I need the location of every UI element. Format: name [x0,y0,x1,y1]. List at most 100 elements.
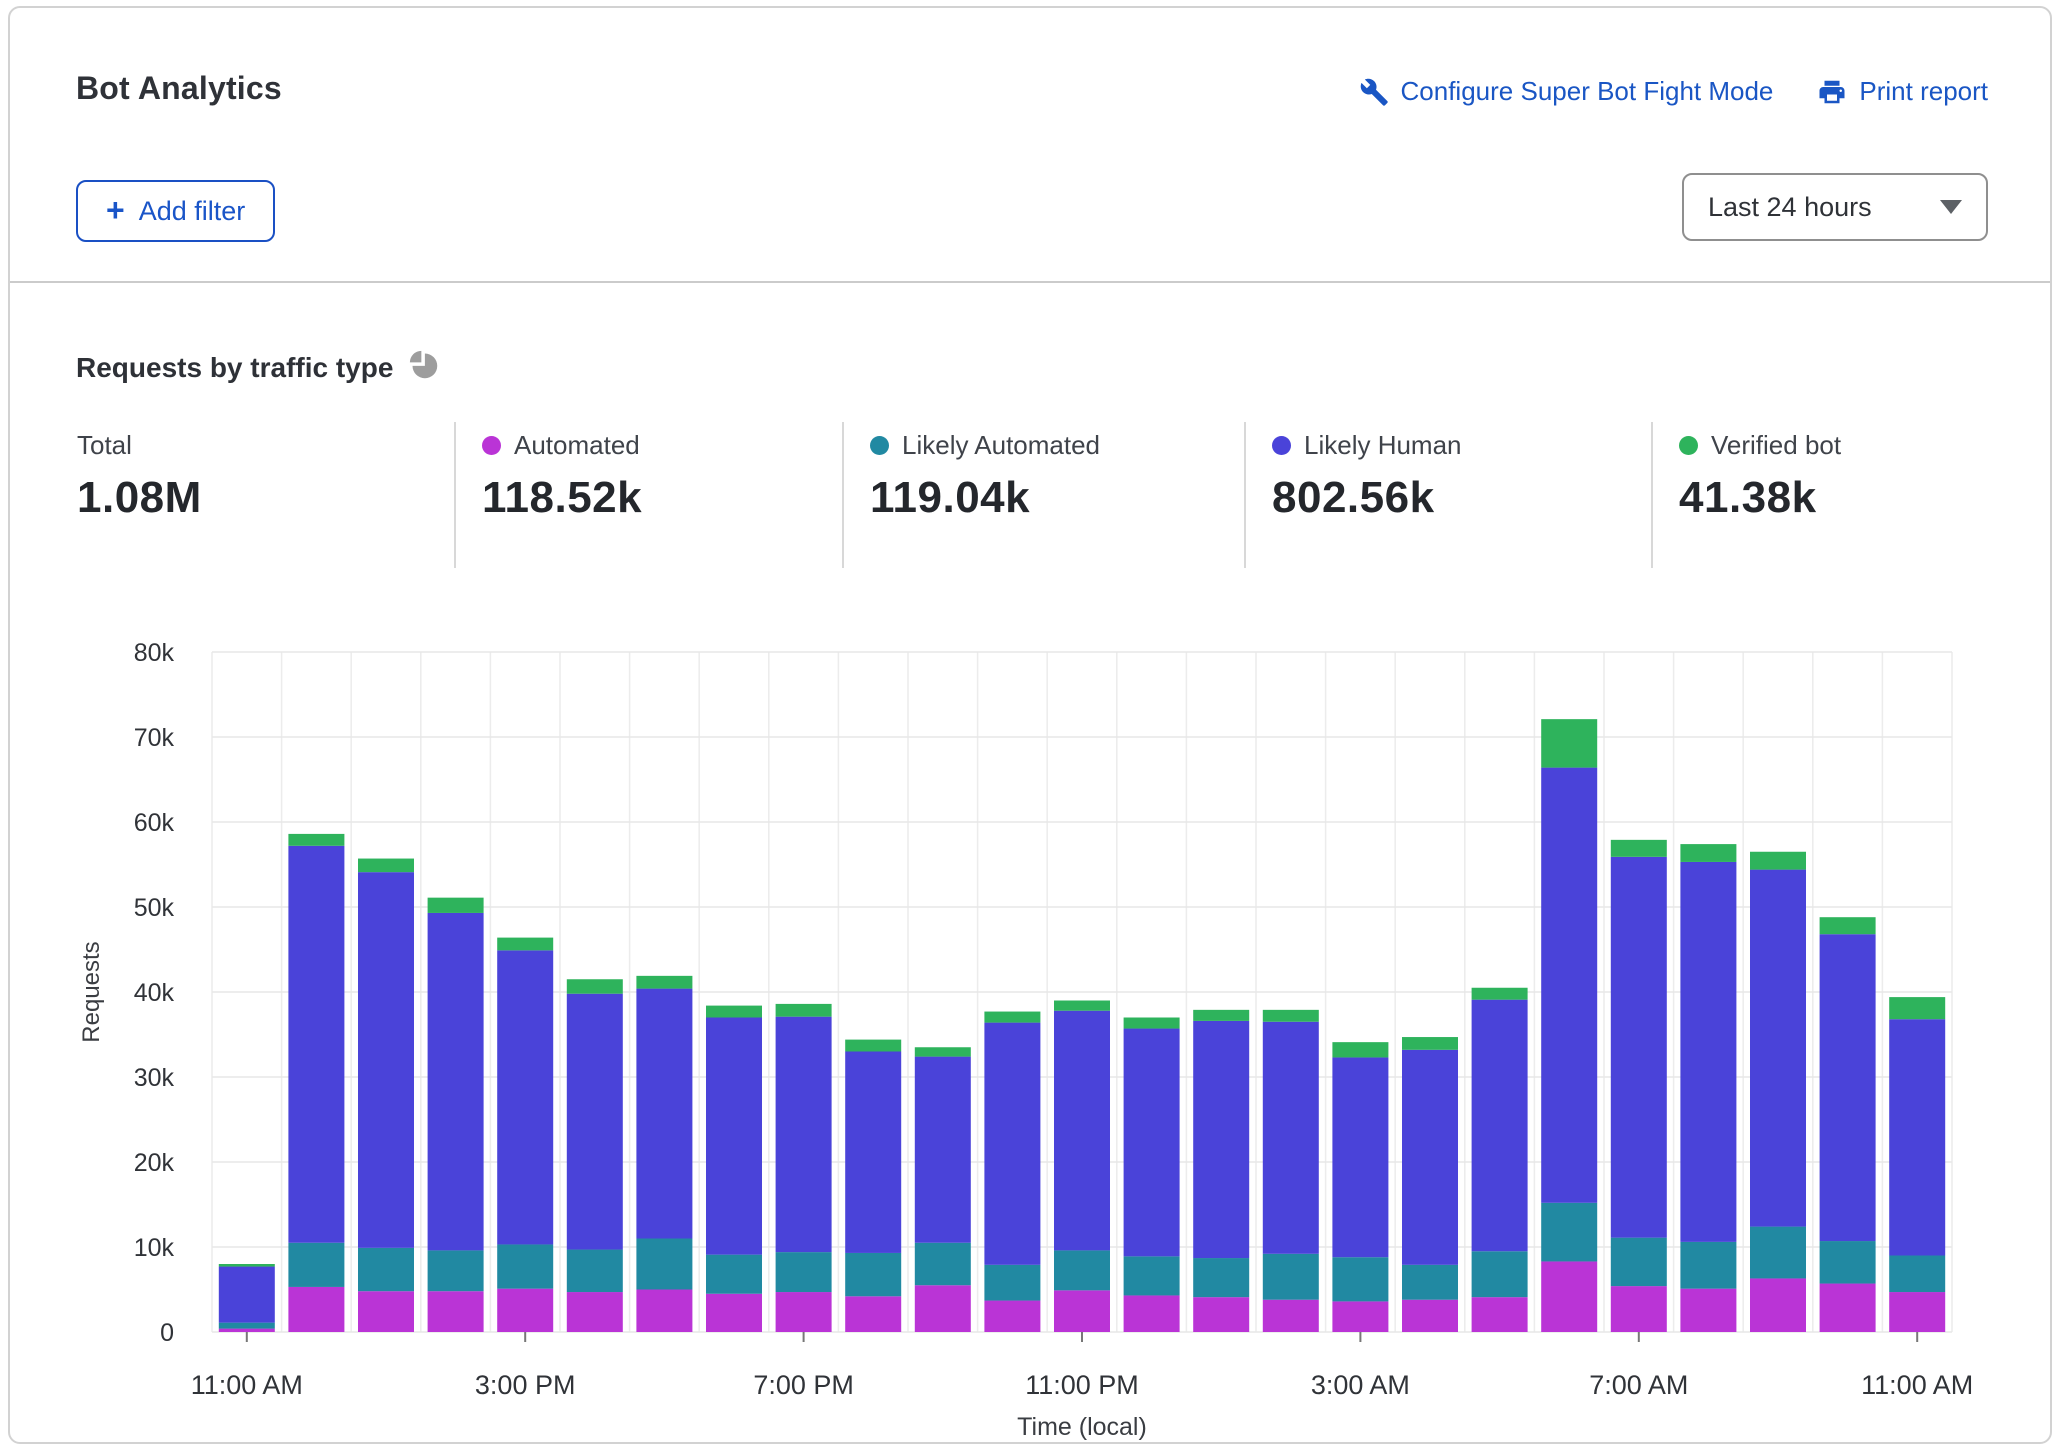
bar-segment-verified-bot[interactable] [1750,852,1806,870]
stat-likely-human[interactable]: Likely Human 802.56k [1272,430,1462,523]
bar-segment-likely-automated[interactable] [845,1253,901,1296]
bar-segment-likely-automated[interactable] [1332,1257,1388,1301]
bar-segment-verified-bot[interactable] [776,1004,832,1017]
bar-segment-verified-bot[interactable] [1472,988,1528,1000]
bar-segment-automated[interactable] [1750,1278,1806,1332]
bar-segment-likely-human[interactable] [1263,1022,1319,1254]
bar-segment-likely-automated[interactable] [428,1250,484,1291]
bar-segment-automated[interactable] [1124,1295,1180,1332]
bar-segment-automated[interactable] [1889,1292,1945,1332]
bar-segment-likely-human[interactable] [1124,1029,1180,1257]
bar-segment-verified-bot[interactable] [1820,917,1876,934]
bar-segment-automated[interactable] [219,1329,275,1332]
bar-segment-likely-human[interactable] [497,950,553,1244]
bar-segment-likely-automated[interactable] [1541,1203,1597,1262]
bar-segment-verified-bot[interactable] [1611,840,1667,857]
bar-segment-likely-human[interactable] [1889,1019,1945,1255]
bar-segment-verified-bot[interactable] [1332,1042,1388,1057]
bar-segment-likely-automated[interactable] [1680,1242,1736,1289]
bar-segment-likely-human[interactable] [1820,934,1876,1241]
bar-segment-likely-human[interactable] [567,994,623,1250]
bar-segment-verified-bot[interactable] [845,1040,901,1052]
bar-segment-verified-bot[interactable] [219,1264,275,1267]
bar-segment-likely-automated[interactable] [915,1243,971,1286]
bar-segment-automated[interactable] [845,1296,901,1332]
bar-segment-likely-automated[interactable] [706,1255,762,1294]
bar-segment-automated[interactable] [288,1287,344,1332]
bar-segment-likely-human[interactable] [428,913,484,1250]
print-report-link[interactable]: Print report [1817,76,1988,107]
bar-segment-automated[interactable] [1193,1297,1249,1332]
bar-segment-likely-human[interactable] [706,1018,762,1255]
bar-segment-automated[interactable] [1680,1289,1736,1332]
bar-segment-likely-automated[interactable] [636,1239,692,1290]
bar-segment-likely-automated[interactable] [1263,1254,1319,1300]
bar-segment-automated[interactable] [358,1291,414,1332]
bar-segment-likely-automated[interactable] [358,1248,414,1291]
bar-segment-likely-human[interactable] [358,872,414,1248]
bar-segment-verified-bot[interactable] [636,976,692,989]
bar-segment-likely-automated[interactable] [1054,1250,1110,1290]
bar-segment-verified-bot[interactable] [497,938,553,951]
bar-segment-likely-human[interactable] [1750,870,1806,1227]
bar-segment-likely-automated[interactable] [497,1244,553,1288]
bar-segment-verified-bot[interactable] [567,979,623,993]
bar-segment-automated[interactable] [915,1285,971,1332]
bar-segment-automated[interactable] [1402,1300,1458,1332]
bar-segment-likely-automated[interactable] [1889,1256,1945,1293]
bar-segment-automated[interactable] [428,1291,484,1332]
bar-segment-likely-human[interactable] [636,989,692,1239]
bar-segment-likely-automated[interactable] [1750,1227,1806,1279]
bar-segment-likely-human[interactable] [1472,1000,1528,1252]
bar-segment-likely-human[interactable] [776,1017,832,1252]
bar-segment-automated[interactable] [1541,1261,1597,1332]
bar-segment-automated[interactable] [636,1290,692,1333]
bar-segment-verified-bot[interactable] [915,1047,971,1056]
bar-segment-likely-human[interactable] [1193,1021,1249,1258]
bar-segment-likely-automated[interactable] [1472,1251,1528,1297]
bar-segment-automated[interactable] [567,1292,623,1332]
bar-segment-verified-bot[interactable] [1402,1037,1458,1050]
bar-segment-likely-human[interactable] [1541,768,1597,1203]
bar-segment-likely-human[interactable] [1680,862,1736,1242]
bar-segment-verified-bot[interactable] [1193,1010,1249,1021]
bar-segment-likely-automated[interactable] [288,1243,344,1287]
bar-segment-likely-human[interactable] [1332,1057,1388,1257]
bar-segment-automated[interactable] [1263,1300,1319,1332]
stat-likely-automated[interactable]: Likely Automated 119.04k [870,430,1100,523]
bar-segment-likely-human[interactable] [915,1057,971,1243]
bar-segment-automated[interactable] [1472,1297,1528,1332]
bar-segment-verified-bot[interactable] [1054,1001,1110,1011]
bar-segment-automated[interactable] [1611,1286,1667,1332]
bar-segment-likely-automated[interactable] [1611,1238,1667,1286]
bar-segment-likely-automated[interactable] [567,1250,623,1293]
bar-segment-automated[interactable] [984,1301,1040,1332]
bar-segment-verified-bot[interactable] [288,834,344,846]
bar-segment-verified-bot[interactable] [1680,844,1736,862]
bar-segment-likely-human[interactable] [219,1267,275,1323]
bar-segment-verified-bot[interactable] [358,859,414,873]
bar-segment-verified-bot[interactable] [706,1006,762,1018]
bar-segment-automated[interactable] [706,1294,762,1332]
stat-automated[interactable]: Automated 118.52k [482,430,642,523]
bar-segment-verified-bot[interactable] [1124,1018,1180,1029]
bar-segment-likely-human[interactable] [1402,1050,1458,1265]
bar-segment-likely-human[interactable] [845,1052,901,1253]
configure-super-bot-fight-mode-link[interactable]: Configure Super Bot Fight Mode [1359,76,1774,107]
bar-segment-verified-bot[interactable] [1889,997,1945,1019]
bar-segment-likely-automated[interactable] [1124,1256,1180,1295]
bar-segment-automated[interactable] [776,1292,832,1332]
bar-segment-likely-human[interactable] [1054,1011,1110,1251]
bar-segment-automated[interactable] [1054,1290,1110,1332]
bar-segment-likely-automated[interactable] [219,1323,275,1329]
bar-segment-likely-human[interactable] [288,846,344,1243]
bar-segment-likely-human[interactable] [1611,857,1667,1238]
bar-segment-likely-automated[interactable] [1402,1265,1458,1300]
time-range-select[interactable]: Last 24 hours [1682,173,1988,241]
bar-segment-likely-automated[interactable] [776,1252,832,1292]
bar-segment-verified-bot[interactable] [1541,719,1597,767]
bar-segment-likely-human[interactable] [984,1023,1040,1265]
bar-segment-automated[interactable] [1820,1284,1876,1332]
bar-segment-likely-automated[interactable] [1820,1241,1876,1284]
add-filter-button[interactable]: + Add filter [76,180,275,242]
